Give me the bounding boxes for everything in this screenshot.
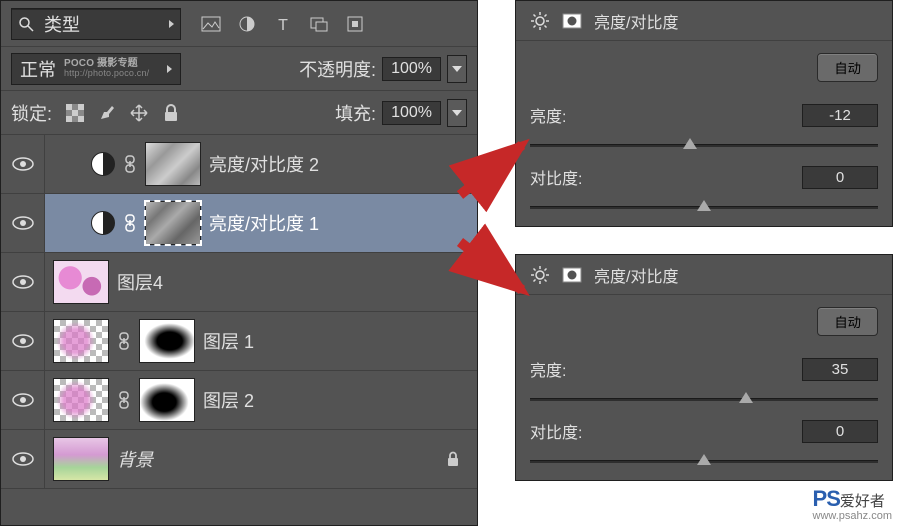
type-filter-row: 类型 T [1, 1, 477, 47]
lock-transparency-icon[interactable] [66, 104, 84, 122]
filter-icons: T [201, 14, 365, 34]
contrast-label: 对比度: [530, 165, 582, 189]
adjustment-layer-icon [91, 211, 115, 235]
properties-panel-2: 亮度/对比度 自动 亮度: 35 对比度: 0 [515, 254, 893, 481]
annotation-arrow-up [454, 135, 534, 205]
link-icon[interactable] [117, 332, 131, 350]
chevron-right-icon [169, 20, 174, 28]
adjustment-layer-icon [91, 152, 115, 176]
layer-name[interactable]: 图层4 [117, 269, 163, 295]
search-icon [18, 16, 34, 32]
brightness-label: 亮度: [530, 357, 566, 381]
mask-icon[interactable] [562, 11, 582, 31]
lock-icon [445, 451, 461, 467]
layer-mask-thumbnail[interactable] [145, 142, 201, 186]
chevron-down-icon [452, 110, 462, 116]
blend-mode-label: 正常 [20, 56, 56, 82]
layers-panel: 类型 T 正常 POCO 摄影专题http://photo.poco.cn/ 不… [0, 0, 478, 526]
contrast-control: 对比度: 0 [516, 155, 892, 217]
fill-label: 填充: [335, 100, 376, 126]
fill-value[interactable]: 100% [382, 101, 441, 125]
brightness-label: 亮度: [530, 103, 566, 127]
layer-mask-thumbnail[interactable] [139, 319, 195, 363]
brightness-contrast-icon [530, 11, 550, 31]
layer-thumbnail[interactable] [53, 260, 109, 304]
properties-panel-1: 亮度/对比度 自动 亮度: -12 对比度: 0 [515, 0, 893, 227]
brightness-slider[interactable] [530, 135, 878, 155]
properties-header: 亮度/对比度 [516, 1, 892, 41]
site-watermark: PS爱好者 www.psahz.com [813, 486, 892, 522]
layer-name[interactable]: 图层 1 [203, 328, 254, 354]
chevron-down-icon [452, 66, 462, 72]
filter-adjustment-icon[interactable] [237, 14, 257, 34]
visibility-toggle[interactable] [1, 371, 45, 429]
blend-opacity-row: 正常 POCO 摄影专题http://photo.poco.cn/ 不透明度: … [1, 47, 477, 91]
type-filter-label: 类型 [44, 11, 159, 37]
layer-thumbnail[interactable] [53, 378, 109, 422]
fill-dropdown-button[interactable] [447, 99, 467, 127]
visibility-toggle[interactable] [1, 430, 45, 488]
layer-thumbnail[interactable] [53, 437, 109, 481]
layer-mask-thumbnail[interactable] [145, 201, 201, 245]
layer-name[interactable]: 图层 2 [203, 387, 254, 413]
layer-row-background[interactable]: 背景 [1, 430, 477, 489]
lock-icons [66, 104, 180, 122]
properties-title: 亮度/对比度 [594, 263, 678, 287]
contrast-value[interactable]: 0 [802, 420, 878, 443]
annotation-arrow-down [454, 232, 534, 302]
lock-all-icon[interactable] [162, 104, 180, 122]
properties-title: 亮度/对比度 [594, 9, 678, 33]
layer-name[interactable]: 亮度/对比度 1 [209, 210, 319, 236]
lock-paint-icon[interactable] [98, 104, 116, 122]
auto-button[interactable]: 自动 [817, 53, 878, 82]
link-icon[interactable] [117, 391, 131, 409]
opacity-dropdown-button[interactable] [447, 55, 467, 83]
contrast-slider[interactable] [530, 197, 878, 217]
brightness-control: 亮度: -12 [516, 93, 892, 155]
properties-header: 亮度/对比度 [516, 255, 892, 295]
opacity-group: 不透明度: 100% [299, 55, 467, 83]
contrast-label: 对比度: [530, 419, 582, 443]
fill-group: 填充: 100% [335, 99, 467, 127]
link-icon[interactable] [123, 214, 137, 232]
opacity-label: 不透明度: [299, 56, 376, 82]
chevron-right-icon [167, 65, 172, 73]
layer-name[interactable]: 亮度/对比度 2 [209, 151, 319, 177]
lock-position-icon[interactable] [130, 104, 148, 122]
brightness-slider[interactable] [530, 389, 878, 409]
layer-row-adjustment-2[interactable]: 亮度/对比度 2 [1, 135, 477, 194]
poco-watermark: POCO 摄影专题http://photo.poco.cn/ [64, 58, 149, 79]
opacity-value[interactable]: 100% [382, 57, 441, 81]
contrast-slider[interactable] [530, 451, 878, 471]
visibility-toggle[interactable] [1, 194, 45, 252]
mask-icon[interactable] [562, 265, 582, 285]
layer-type-filter-select[interactable]: 类型 [11, 8, 181, 40]
visibility-toggle[interactable] [1, 253, 45, 311]
filter-type-icon[interactable]: T [273, 14, 293, 34]
visibility-toggle[interactable] [1, 312, 45, 370]
filter-shape-icon[interactable] [309, 14, 329, 34]
svg-text:T: T [278, 17, 288, 34]
layer-row-image-2[interactable]: 图层 2 [1, 371, 477, 430]
layer-mask-thumbnail[interactable] [139, 378, 195, 422]
brightness-value[interactable]: -12 [802, 104, 878, 127]
layer-row-adjustment-1[interactable]: 亮度/对比度 1 [1, 194, 477, 253]
layer-name[interactable]: 背景 [117, 446, 153, 472]
brightness-value[interactable]: 35 [802, 358, 878, 381]
layer-row-image-4[interactable]: 图层4 [1, 253, 477, 312]
contrast-control: 对比度: 0 [516, 409, 892, 471]
layer-row-image-1[interactable]: 图层 1 [1, 312, 477, 371]
visibility-toggle[interactable] [1, 135, 45, 193]
lock-label: 锁定: [11, 100, 52, 126]
lock-fill-row: 锁定: 填充: 100% [1, 91, 477, 135]
contrast-value[interactable]: 0 [802, 166, 878, 189]
blend-mode-select[interactable]: 正常 POCO 摄影专题http://photo.poco.cn/ [11, 53, 181, 85]
filter-pixel-icon[interactable] [201, 14, 221, 34]
auto-button[interactable]: 自动 [817, 307, 878, 336]
filter-smart-icon[interactable] [345, 14, 365, 34]
layer-thumbnail[interactable] [53, 319, 109, 363]
brightness-control: 亮度: 35 [516, 347, 892, 409]
link-icon[interactable] [123, 155, 137, 173]
